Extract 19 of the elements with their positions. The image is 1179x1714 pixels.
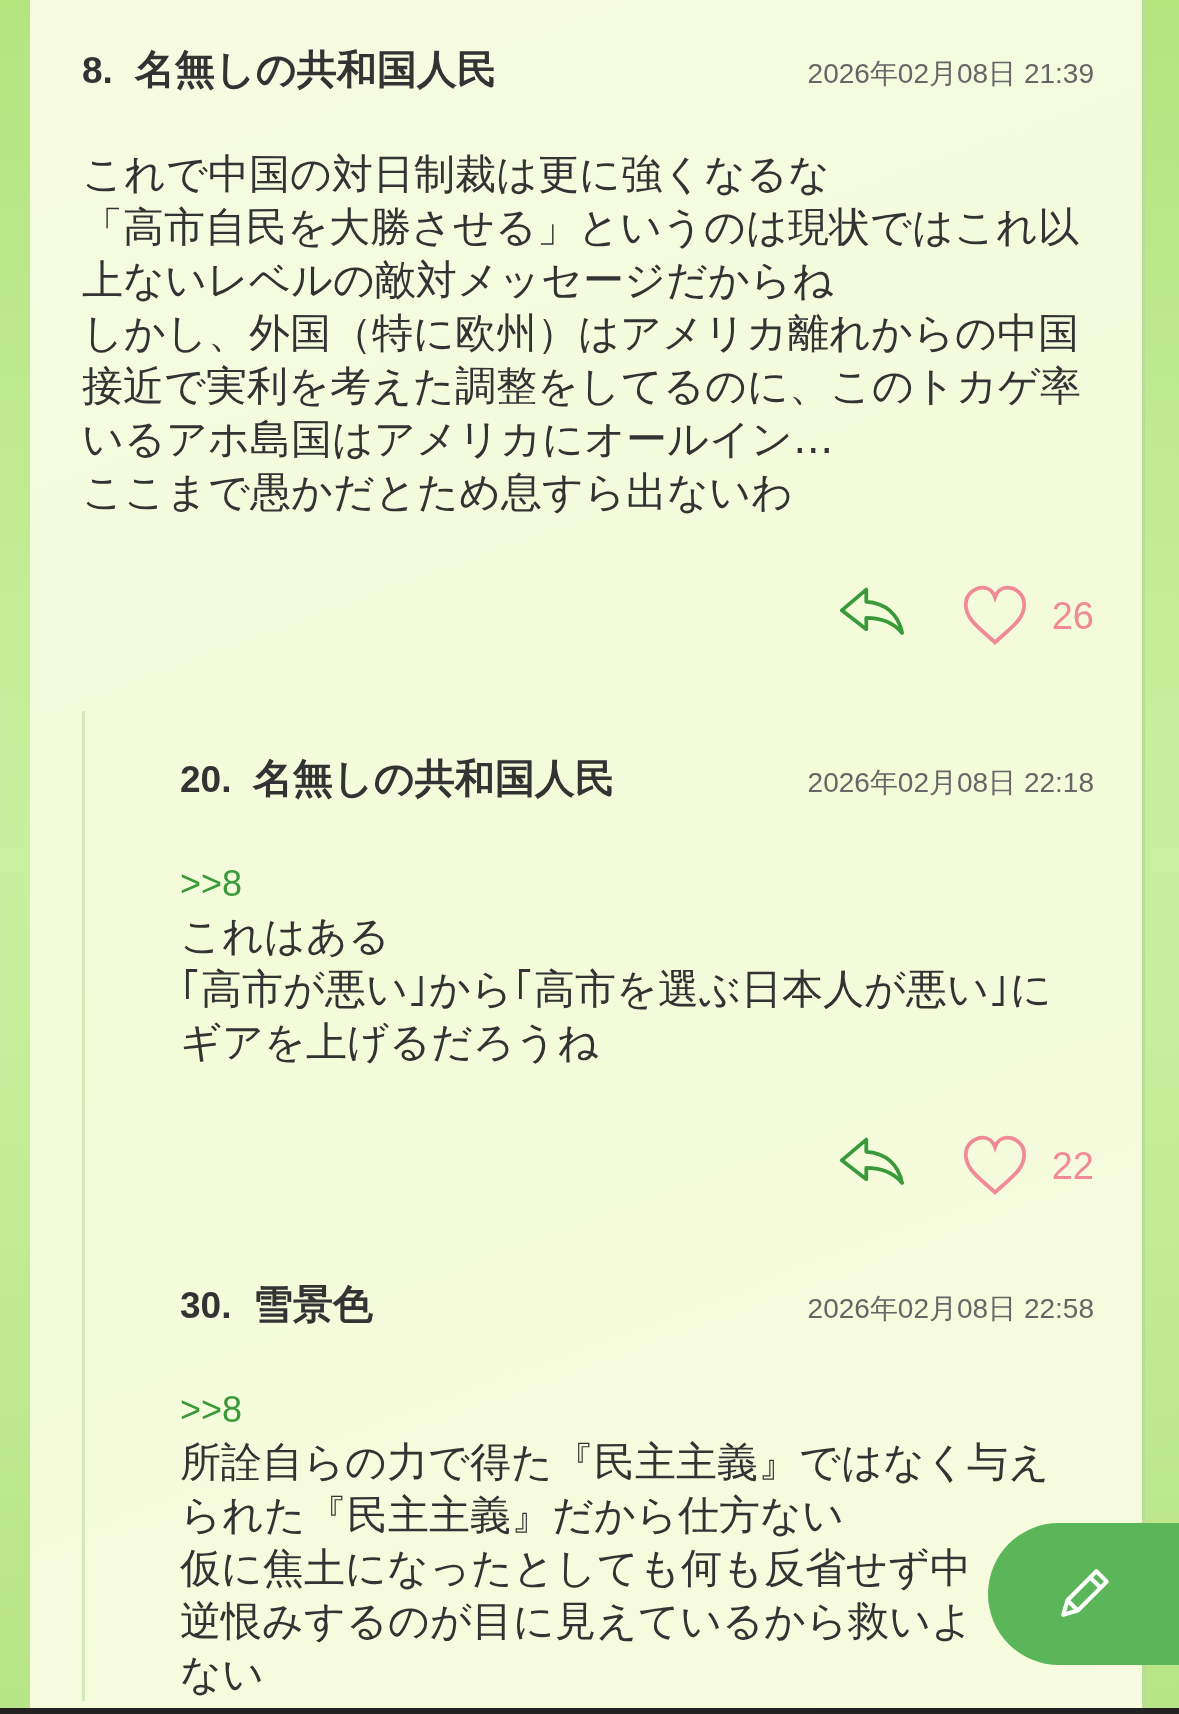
reply-anchor-link[interactable]: >>8: [180, 1383, 1094, 1436]
author-name: 名無しの共和国人民: [253, 754, 616, 803]
like-count: 22: [1051, 1144, 1094, 1188]
post-text: 所詮自らの力で得た『民主主義』ではなく与え られた『民主主義』だから仕方ない 仮に焦土になったとしても何も反省せず中 逆恨みするのが目に見えているから救いよ ない: [180, 1437, 1050, 1700]
compose-button[interactable]: [988, 1523, 1179, 1665]
author-name: 雪景色: [253, 1280, 374, 1329]
post-number: 8.: [82, 50, 113, 92]
post-text: これで中国の対日制裁は更に強くなるな 「高市自民を大勝させる」というのは現状ではこれ以 上ないレベルの敵対メッセージだからね しかし、外国（特に欧州）はアメリカ離れからの中国 接近で実利を考えた調整をしてるのに、このトカゲ率 いるアホ島国はアメリカにオールイン… ここまで愚かだとため息すら出ないわ: [82, 149, 1081, 518]
post-number: 20.: [180, 759, 232, 801]
post-date: 2026年02月08日 22:58: [807, 1292, 1094, 1326]
reply-anchor-link[interactable]: >>8: [180, 857, 1094, 910]
post-text: これはある ｢高市が悪い｣から｢高市を選ぶ日本人が悪い｣に ギアを上げるだろうね: [180, 911, 1052, 1068]
heart-icon[interactable]: [961, 1135, 1028, 1197]
like-count: 26: [1051, 594, 1094, 638]
post-date: 2026年02月08日 22:18: [807, 766, 1094, 800]
post-date: 2026年02月08日 21:39: [807, 57, 1094, 91]
author-name: 名無しの共和国人民: [134, 45, 497, 94]
post-number: 30.: [180, 1285, 232, 1327]
heart-icon[interactable]: [961, 585, 1028, 647]
